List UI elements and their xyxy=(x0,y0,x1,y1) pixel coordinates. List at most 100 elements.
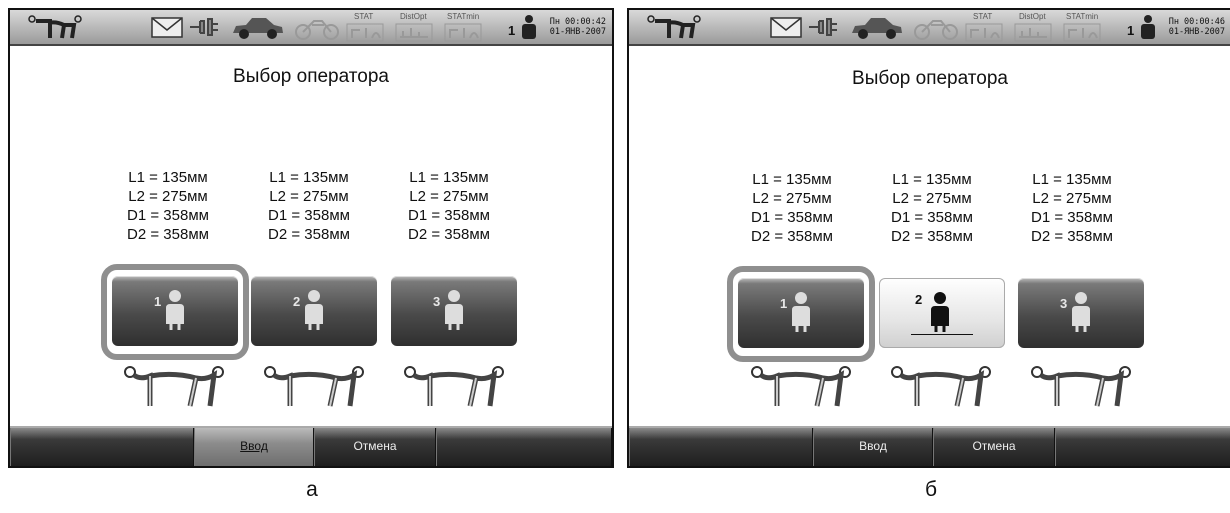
operator-icon[interactable] xyxy=(1137,13,1159,41)
current-operator-number: 1 xyxy=(1127,23,1135,38)
statmin-icon[interactable] xyxy=(444,22,482,42)
clock-date: 01-ЯНВ-2007 xyxy=(1168,27,1225,37)
car-icon[interactable] xyxy=(230,13,286,41)
operator-number: 2 xyxy=(293,294,301,309)
param-l2: L2 = 275мм xyxy=(128,188,208,205)
operator-number: 1 xyxy=(154,294,162,309)
top-toolbar: STAT DistOpt STATmin 1 Пн 00:00:46 01-ЯН… xyxy=(629,10,1230,46)
person-icon xyxy=(445,290,463,330)
caption-b: б xyxy=(924,478,938,501)
plug-icon[interactable] xyxy=(807,13,845,41)
param-l1: L1 = 135мм xyxy=(269,169,349,186)
distopt-icon[interactable] xyxy=(395,22,433,42)
operator-number: 3 xyxy=(433,294,441,309)
statmin-label: STATmin xyxy=(1066,12,1099,21)
operator-1-button[interactable]: 1 xyxy=(112,276,238,346)
softkey-1[interactable] xyxy=(629,428,813,466)
cancel-button[interactable]: Отмена xyxy=(314,428,436,466)
operator-2-button[interactable]: 2 xyxy=(251,276,377,346)
operator-2-button[interactable]: 2 xyxy=(879,278,1005,348)
wheel-balancer-logo-icon[interactable] xyxy=(26,13,84,41)
motorcycle-icon[interactable] xyxy=(294,13,340,41)
wheel-profile-icon xyxy=(264,366,364,407)
param-l1: L1 = 135мм xyxy=(752,171,832,188)
param-d1: D1 = 358мм xyxy=(891,209,973,226)
enter-label: Ввод xyxy=(240,439,268,453)
operator-3-params: L1 = 135мм L2 = 275мм D1 = 358мм D2 = 35… xyxy=(1005,170,1139,246)
param-l2: L2 = 275мм xyxy=(1032,190,1112,207)
operator-2-params: L1 = 135мм L2 = 275мм D1 = 358мм D2 = 35… xyxy=(242,168,376,244)
softkey-4[interactable] xyxy=(436,428,612,466)
underline xyxy=(911,334,973,335)
param-d1: D1 = 358мм xyxy=(268,207,350,224)
person-icon xyxy=(931,292,949,332)
current-operator-number: 1 xyxy=(508,23,516,38)
cancel-label: Отмена xyxy=(353,439,397,453)
param-l1: L1 = 135мм xyxy=(1032,171,1112,188)
param-l2: L2 = 275мм xyxy=(892,190,972,207)
enter-button[interactable]: Ввод xyxy=(813,428,933,466)
operator-1-button[interactable]: 1 xyxy=(738,278,864,348)
page-title: Выбор оператора xyxy=(233,66,389,87)
screen-a: STAT DistOpt STATmin 1 Пн 00:00:42 01-ЯН… xyxy=(8,8,614,468)
operator-3-button[interactable]: 3 xyxy=(1018,278,1144,348)
clock: Пн 00:00:42 01-ЯНВ-2007 xyxy=(550,17,606,37)
top-toolbar: STAT DistOpt STATmin 1 Пн 00:00:42 01-ЯН… xyxy=(10,10,612,46)
operator-2-params: L1 = 135мм L2 = 275мм D1 = 358мм D2 = 35… xyxy=(865,170,999,246)
cancel-label: Отмена xyxy=(972,439,1016,453)
operator-number: 2 xyxy=(915,292,923,307)
softkey-4[interactable] xyxy=(1055,428,1230,466)
param-l1: L1 = 135мм xyxy=(128,169,208,186)
param-d1: D1 = 358мм xyxy=(127,207,209,224)
cancel-button[interactable]: Отмена xyxy=(933,428,1055,466)
enter-button[interactable]: Ввод xyxy=(194,428,314,466)
car-icon[interactable] xyxy=(849,13,905,41)
param-d2: D2 = 358мм xyxy=(1031,228,1113,245)
screen-b: STAT DistOpt STATmin 1 Пн 00:00:46 01-ЯН… xyxy=(627,8,1230,468)
param-d1: D1 = 358мм xyxy=(408,207,490,224)
statmin-label: STATmin xyxy=(447,12,480,21)
stat-icon[interactable] xyxy=(346,22,384,42)
wheel-profile-icon xyxy=(124,366,224,407)
person-icon xyxy=(305,290,323,330)
distopt-icon[interactable] xyxy=(1014,22,1052,42)
clock-time: Пн 00:00:42 xyxy=(549,17,606,27)
person-icon xyxy=(792,292,810,332)
caption-a: а xyxy=(306,478,318,501)
operator-3-button[interactable]: 3 xyxy=(391,276,517,346)
person-icon xyxy=(166,290,184,330)
stat-label: STAT xyxy=(354,12,374,21)
wheel-balancer-logo-icon[interactable] xyxy=(645,13,703,41)
stat-label: STAT xyxy=(973,12,993,21)
clock-time: Пн 00:00:46 xyxy=(1168,17,1225,27)
envelope-icon[interactable] xyxy=(150,13,184,41)
bottom-toolbar: Ввод Отмена xyxy=(629,426,1230,466)
motorcycle-icon[interactable] xyxy=(913,13,959,41)
bottom-toolbar: Ввод Отмена xyxy=(10,426,612,466)
operator-icon[interactable] xyxy=(518,13,540,41)
clock-date: 01-ЯНВ-2007 xyxy=(549,27,606,37)
operator-1-params: L1 = 135мм L2 = 275мм D1 = 358мм D2 = 35… xyxy=(101,168,235,244)
param-d1: D1 = 358мм xyxy=(1031,209,1113,226)
param-l2: L2 = 275мм xyxy=(752,190,832,207)
distopt-label: DistOpt xyxy=(1019,12,1046,21)
operator-number: 3 xyxy=(1060,296,1068,311)
wheel-profile-icon xyxy=(1031,366,1131,407)
param-d2: D2 = 358мм xyxy=(127,226,209,243)
param-l2: L2 = 275мм xyxy=(409,188,489,205)
plug-icon[interactable] xyxy=(188,13,226,41)
wheel-profile-icon xyxy=(891,366,991,407)
param-l1: L1 = 135мм xyxy=(409,169,489,186)
enter-label: Ввод xyxy=(859,439,887,453)
operator-1-params: L1 = 135мм L2 = 275мм D1 = 358мм D2 = 35… xyxy=(725,170,859,246)
distopt-label: DistOpt xyxy=(400,12,427,21)
softkey-1[interactable] xyxy=(10,428,194,466)
stat-icon[interactable] xyxy=(965,22,1003,42)
param-d2: D2 = 358мм xyxy=(891,228,973,245)
wheel-profile-icon xyxy=(751,366,851,407)
statmin-icon[interactable] xyxy=(1063,22,1101,42)
wheel-profile-icon xyxy=(404,366,504,407)
param-l1: L1 = 135мм xyxy=(892,171,972,188)
clock: Пн 00:00:46 01-ЯНВ-2007 xyxy=(1169,17,1225,37)
envelope-icon[interactable] xyxy=(769,13,803,41)
